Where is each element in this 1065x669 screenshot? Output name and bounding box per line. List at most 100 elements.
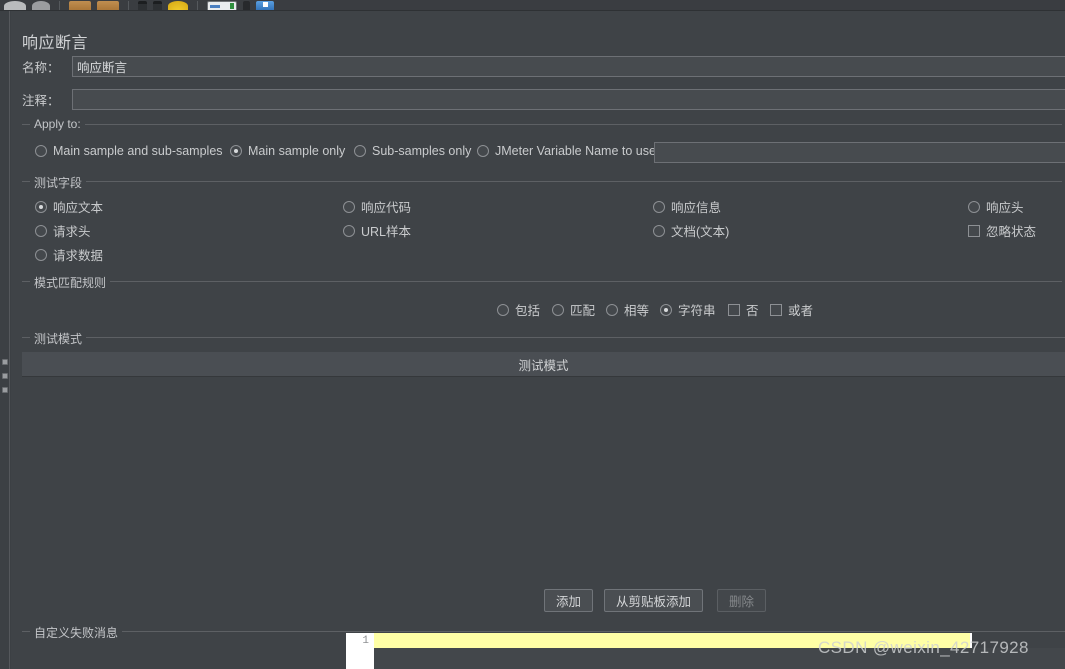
radio-indicator <box>35 145 47 157</box>
toolbar-separator-3 <box>197 1 198 10</box>
toolbar <box>0 0 1065 11</box>
test-patterns-column-header[interactable]: 测试模式 <box>22 352 1065 377</box>
checkbox-indicator <box>728 303 740 316</box>
blue-add-icon[interactable] <box>256 1 274 10</box>
jmeter-variable-input[interactable] <box>654 142 1065 163</box>
option-label: Main sample only <box>248 144 346 158</box>
test-patterns-table-body[interactable] <box>22 377 1065 582</box>
jmeter-response-assertion-window: 响应断言 名称： 注释： Apply to: Main sample and s… <box>0 0 1065 669</box>
apply-to-group: Apply to: Main sample and sub-samples Ma… <box>22 117 1065 166</box>
radio-document-text[interactable]: 文档(文本) <box>653 221 729 240</box>
split-pane-grip[interactable] <box>2 359 8 393</box>
test-field-group: 测试字段 响应文本 请求头 请求数据 响应代码 URL样本 响应信息 文档(文本… <box>22 174 1062 271</box>
radio-contains[interactable]: 包括 <box>497 300 540 319</box>
comment-input[interactable] <box>72 89 1065 110</box>
toolbar-separator-1 <box>59 1 60 10</box>
battery-icon[interactable] <box>207 1 237 10</box>
radio-indicator <box>552 303 564 316</box>
assertion-panel: 响应断言 名称： 注释： Apply to: Main sample and s… <box>11 11 1065 669</box>
toolbar-separator-2 <box>128 1 129 10</box>
option-label: 否 <box>746 304 759 318</box>
radio-request-data[interactable]: 请求数据 <box>35 245 103 264</box>
page-title: 响应断言 <box>22 35 89 52</box>
name-input[interactable] <box>72 56 1065 77</box>
option-label: 包括 <box>515 304 541 318</box>
grip-dot <box>2 387 8 393</box>
option-label: 字符串 <box>678 304 716 318</box>
checkbox-ignore-status[interactable]: 忽略状态 <box>968 221 1036 240</box>
radio-main-sample-only[interactable]: Main sample only <box>230 144 345 158</box>
checkbox-indicator <box>770 303 782 316</box>
option-label: JMeter Variable Name to use <box>495 144 656 158</box>
delete-button: 删除 <box>717 589 767 612</box>
name-row: 名称： <box>22 56 1065 77</box>
radio-indicator <box>35 248 47 261</box>
radio-indicator <box>968 200 980 213</box>
radio-response-message[interactable]: 响应信息 <box>653 197 721 216</box>
option-label: 或者 <box>788 304 814 318</box>
custom-failure-title: 自定义失败消息 <box>30 624 123 641</box>
disc-icon[interactable] <box>4 1 26 10</box>
radio-main-sample-and-sub-samples[interactable]: Main sample and sub-samples <box>35 144 223 158</box>
radio-indicator <box>343 200 355 213</box>
radio-jmeter-variable-name[interactable]: JMeter Variable Name to use <box>477 144 656 158</box>
grip-dot <box>2 373 8 379</box>
cut-icon[interactable] <box>138 1 147 10</box>
option-label: Sub-samples only <box>372 144 472 158</box>
option-label: URL样本 <box>361 225 412 239</box>
name-label: 名称： <box>22 61 60 75</box>
option-label: 请求数据 <box>53 249 104 263</box>
radio-indicator <box>230 145 242 157</box>
radio-response-text[interactable]: 响应文本 <box>35 197 103 216</box>
radio-request-headers[interactable]: 请求头 <box>35 221 91 240</box>
disc-alt-icon[interactable] <box>32 1 50 10</box>
pattern-rules-body <box>22 281 1062 326</box>
radio-indicator <box>497 303 509 316</box>
checkbox-or[interactable]: 或者 <box>770 300 813 319</box>
dark-icon[interactable] <box>243 1 250 10</box>
split-pane-divider[interactable] <box>0 11 10 669</box>
option-label: 响应头 <box>986 201 1024 215</box>
radio-indicator <box>354 145 366 157</box>
radio-url-sample[interactable]: URL样本 <box>343 221 411 240</box>
radio-indicator <box>653 224 665 237</box>
cut-alt-icon[interactable] <box>153 1 162 10</box>
radio-indicator <box>343 224 355 237</box>
apply-to-title: Apply to: <box>30 117 85 131</box>
radio-equals[interactable]: 相等 <box>606 300 649 319</box>
option-label: 响应信息 <box>671 201 722 215</box>
radio-indicator <box>35 200 47 213</box>
radio-response-code[interactable]: 响应代码 <box>343 197 411 216</box>
test-patterns-title: 测试模式 <box>30 330 87 347</box>
test-field-title: 测试字段 <box>30 174 87 191</box>
option-label: 匹配 <box>570 304 596 318</box>
checkbox-not[interactable]: 否 <box>728 300 759 319</box>
editor-line-number-gutter: 1 <box>346 633 374 669</box>
radio-indicator <box>653 200 665 213</box>
checkbox-indicator <box>968 224 980 237</box>
option-label: 文档(文本) <box>671 225 730 239</box>
radio-sub-samples-only[interactable]: Sub-samples only <box>354 144 471 158</box>
radio-indicator <box>660 303 672 316</box>
radio-matches[interactable]: 匹配 <box>552 300 595 319</box>
radio-substring[interactable]: 字符串 <box>660 300 716 319</box>
line-number: 1 <box>362 635 369 647</box>
radio-response-headers[interactable]: 响应头 <box>968 197 1024 216</box>
add-button[interactable]: 添加 <box>544 589 594 612</box>
option-label: 忽略状态 <box>986 225 1037 239</box>
csdn-watermark: CSDN @weixin_42717928 <box>818 638 1029 657</box>
radio-indicator <box>35 224 47 237</box>
test-patterns-group: 测试模式 测试模式 添加 从剪贴板添加 删除 <box>22 330 1065 621</box>
test-field-body <box>22 181 1062 271</box>
grip-dot <box>2 359 8 365</box>
bulb-icon[interactable] <box>168 1 188 10</box>
option-label: 请求头 <box>53 225 91 239</box>
option-label: Main sample and sub-samples <box>53 144 223 158</box>
add-from-clipboard-button[interactable]: 从剪贴板添加 <box>604 589 704 612</box>
save-folder-icon[interactable] <box>97 1 119 10</box>
option-label: 响应代码 <box>361 201 412 215</box>
open-folder-icon[interactable] <box>69 1 91 10</box>
option-label: 相等 <box>624 304 650 318</box>
radio-indicator <box>606 303 618 316</box>
pattern-rules-title: 模式匹配规则 <box>30 274 111 291</box>
